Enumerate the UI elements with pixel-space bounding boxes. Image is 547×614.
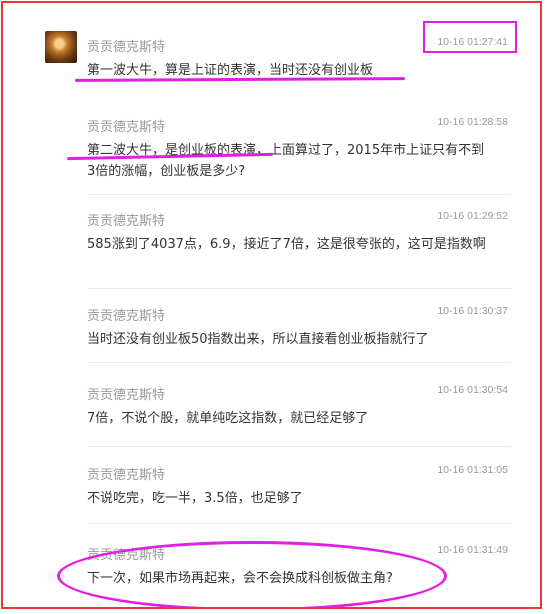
avatar-border: [45, 31, 77, 63]
username[interactable]: 贡贡德克斯特: [87, 384, 165, 403]
username[interactable]: 贡贡德克斯特: [87, 464, 165, 483]
timestamp: 10-16 01:30:54: [437, 384, 508, 396]
timestamp: 10-16 01:28:58: [437, 116, 508, 128]
username[interactable]: 贡贡德克斯特: [87, 116, 165, 135]
message-text: 不说吃完，吃一半，3.5倍，也足够了: [87, 491, 303, 506]
divider: [87, 446, 511, 447]
timestamp: 10-16 01:29:52: [437, 210, 508, 222]
screenshot-frame: 贡贡德克斯特 10-16 01:27:41 第一波大牛，算是上证的表演，当时还没…: [1, 1, 542, 609]
timestamp: 10-16 01:31:05: [437, 464, 508, 476]
username[interactable]: 贡贡德克斯特: [87, 305, 165, 324]
timestamp: 10-16 01:27:41: [437, 36, 508, 48]
username[interactable]: 贡贡德克斯特: [87, 36, 165, 55]
message-text: 下一次，如果市场再起来，会不会换成科创板做主角?: [87, 571, 393, 586]
timestamp: 10-16 01:31:49: [437, 544, 508, 556]
username[interactable]: 贡贡德克斯特: [87, 210, 165, 229]
comment-thread: 贡贡德克斯特 10-16 01:27:41 第一波大牛，算是上证的表演，当时还没…: [3, 3, 540, 607]
message-text: 7倍，不说个股，就单纯吃这指数，就已经足够了: [87, 411, 369, 426]
divider: [87, 523, 511, 524]
divider: [87, 194, 511, 195]
timestamp: 10-16 01:30:37: [437, 305, 508, 317]
message-text: 第一波大牛，算是上证的表演，当时还没有创业板: [87, 63, 374, 78]
username[interactable]: 贡贡德克斯特: [87, 544, 165, 563]
message-text: 当时还没有创业板50指数出来，所以直接看创业板指就行了: [87, 332, 429, 347]
divider: [87, 362, 511, 363]
message-text: 585涨到了4037点，6.9，接近了7倍，这是很夸张的，这可是指数啊: [87, 237, 486, 252]
message-text: 第二波大牛，是创业板的表演，上面算过了，2015年市上证只有不到3倍的涨幅，创业…: [87, 143, 485, 179]
divider: [87, 288, 511, 289]
